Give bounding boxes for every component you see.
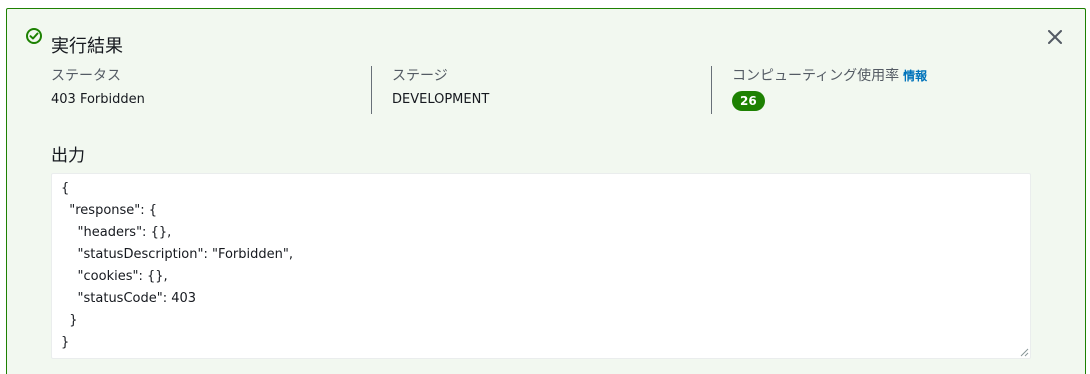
output-textarea[interactable]: { "response": { "headers": {}, "statusDe… <box>51 173 1031 359</box>
code-line: "statusCode": 403 <box>61 291 197 306</box>
close-icon <box>1048 30 1062 44</box>
stage-label: ステージ <box>392 68 448 84</box>
code-line: { <box>61 181 70 196</box>
compute-utilization-badge: 26 <box>732 91 765 111</box>
execution-result-panel: 実行結果 ステータス 403 Forbidden ステージ DEVELOPMEN… <box>6 8 1086 374</box>
code-line: "response": { <box>61 203 158 218</box>
code-line: } <box>61 335 70 350</box>
code-line: "headers": {}, <box>61 225 172 240</box>
compute-utilization-field: コンピューティング使用率 情報 26 <box>711 66 1051 114</box>
status-label: ステータス <box>51 68 121 84</box>
compute-utilization-label: コンピューティング使用率 <box>732 68 900 84</box>
stage-value: DEVELOPMENT <box>392 92 490 107</box>
check-circle-icon <box>26 28 42 44</box>
close-button[interactable] <box>1045 27 1065 47</box>
code-line: "statusDescription": "Forbidden", <box>61 247 293 262</box>
info-link[interactable]: 情報 <box>903 69 927 83</box>
panel-title: 実行結果 <box>51 36 123 57</box>
resize-handle-icon[interactable] <box>1019 347 1029 357</box>
status-value: 403 Forbidden <box>51 92 145 107</box>
code-line: } <box>61 313 78 328</box>
status-field: ステータス 403 Forbidden <box>51 66 371 114</box>
output-label: 出力 <box>51 146 85 166</box>
code-line: "cookies": {}, <box>61 269 168 284</box>
stage-field: ステージ DEVELOPMENT <box>371 66 711 114</box>
output-code: { "response": { "headers": {}, "statusDe… <box>61 178 293 354</box>
